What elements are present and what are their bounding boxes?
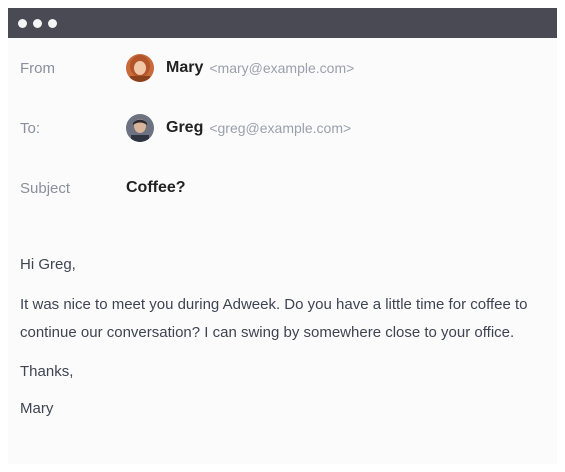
from-label: From [20,59,55,77]
email-body: Hi Greg, It was nice to meet you during … [20,256,550,417]
subject-row: Subject Coffee? [8,168,557,208]
sender-email[interactable]: <mary@example.com> [209,60,354,76]
minimize-window-dot[interactable] [33,18,42,28]
to-value: Greg <greg@example.com> [126,114,351,142]
from-row: From Mary <mary@example.com> [8,48,557,88]
email-paragraph: It was nice to meet you during Adweek. D… [20,296,528,341]
close-window-dot[interactable] [18,18,27,28]
email-window: From Mary <mary@example.com> To: Greg <g… [8,8,557,464]
from-value: Mary <mary@example.com> [126,54,354,82]
email-greeting: Hi Greg, [20,256,76,273]
maximize-window-dot[interactable] [48,18,57,28]
subject-value-wrap: Coffee? [126,179,186,197]
email-signoff: Thanks, [20,363,74,380]
subject-text: Coffee? [126,179,186,196]
window-titlebar [8,8,557,38]
email-signature: Mary [20,400,54,417]
sender-avatar[interactable] [126,54,154,82]
to-label: To: [20,119,41,137]
recipient-email[interactable]: <greg@example.com> [209,120,351,136]
sender-name[interactable]: Mary [166,59,203,77]
to-row: To: Greg <greg@example.com> [8,108,557,148]
recipient-name[interactable]: Greg [166,119,203,137]
subject-label: Subject [20,179,71,197]
recipient-avatar[interactable] [126,114,154,142]
